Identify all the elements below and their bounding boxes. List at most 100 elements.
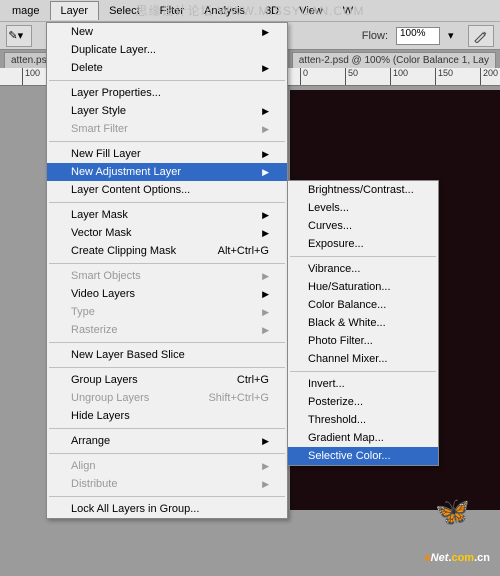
menu-item-label: Gradient Map...	[308, 432, 384, 444]
layer-menu-item[interactable]: New Adjustment Layer▶	[47, 163, 287, 181]
submenu-arrow-icon: ▶	[262, 479, 269, 490]
menu-item-label: Vibrance...	[308, 263, 360, 275]
adjustment-submenu-item[interactable]: Curves...	[288, 217, 438, 235]
adjustment-submenu-separator	[290, 371, 436, 372]
layer-menu-item[interactable]: New ▶	[47, 23, 287, 41]
ruler-tick: 50	[345, 68, 358, 86]
menu-item-label: Video Layers	[71, 288, 135, 300]
layer-menu-item[interactable]: Group Layers Ctrl+G	[47, 371, 287, 389]
layer-menu-item[interactable]: Create Clipping MaskAlt+Ctrl+G	[47, 242, 287, 260]
adjustment-submenu-item[interactable]: Threshold...	[288, 411, 438, 429]
adjustment-submenu-item[interactable]: Photo Filter...	[288, 332, 438, 350]
menu-item-label: Levels...	[308, 202, 349, 214]
layer-menu-item[interactable]: Layer Content Options...	[47, 181, 287, 199]
adjustment-submenu-separator	[290, 256, 436, 257]
menu-item-label: Hide Layers	[71, 410, 130, 422]
menu-item-label: Layer Content Options...	[71, 184, 190, 196]
layer-menu-item[interactable]: Duplicate Layer...	[47, 41, 287, 59]
menu-item-label: Color Balance...	[308, 299, 386, 311]
menu-item-label: Group Layers	[71, 374, 138, 386]
adjustment-submenu-item[interactable]: Hue/Saturation...	[288, 278, 438, 296]
layer-menu-item: Align▶	[47, 457, 287, 475]
submenu-arrow-icon: ▶	[262, 27, 269, 38]
adjustment-submenu-item[interactable]: Invert...	[288, 375, 438, 393]
submenu-arrow-icon: ▶	[262, 106, 269, 117]
ruler-tick: 100	[22, 68, 40, 86]
submenu-arrow-icon: ▶	[262, 149, 269, 160]
menu-item-label: Selective Color...	[308, 450, 391, 462]
menu-item-label: Layer Style	[71, 105, 126, 117]
layer-menu-item: Ungroup LayersShift+Ctrl+G	[47, 389, 287, 407]
menu-item-label: Smart Filter	[71, 123, 128, 135]
menu-item-label: New Fill Layer	[71, 148, 141, 160]
layer-menu-item[interactable]: Lock All Layers in Group...	[47, 500, 287, 518]
layer-menu-item: Type▶	[47, 303, 287, 321]
menu-item-label: Layer Properties...	[71, 87, 161, 99]
airbrush-icon-button[interactable]	[468, 25, 494, 47]
menu-item-label: Delete	[71, 62, 103, 74]
ruler-tick: 0	[300, 68, 308, 86]
layer-menu-item[interactable]: Vector Mask▶	[47, 224, 287, 242]
menu-item-label: Smart Objects	[71, 270, 141, 282]
adjustment-submenu-item[interactable]: Brightness/Contrast...	[288, 181, 438, 199]
menu-item-label: Rasterize	[71, 324, 117, 336]
menu-item-shortcut: Ctrl+G	[237, 374, 269, 386]
layer-menu-separator	[49, 80, 285, 81]
ruler-tick: 200	[480, 68, 498, 86]
layer-menu-item: Distribute ▶	[47, 475, 287, 493]
layer-menu-separator	[49, 342, 285, 343]
document-tab-active[interactable]: atten-2.psd @ 100% (Color Balance 1, Lay	[292, 52, 496, 68]
layer-menu-item[interactable]: Layer Properties...	[47, 84, 287, 102]
menu-item-label: New	[71, 26, 93, 38]
adjustment-submenu-item[interactable]: Exposure...	[288, 235, 438, 253]
menu-item-label: Photo Filter...	[308, 335, 373, 347]
menu-item-label: Layer Mask	[71, 209, 128, 221]
menu-item-label: Create Clipping Mask	[71, 245, 176, 257]
adjustment-submenu-item[interactable]: Color Balance...	[288, 296, 438, 314]
layer-menu-item: Smart Filter▶	[47, 120, 287, 138]
menu-item-label: Posterize...	[308, 396, 363, 408]
menu-item-label: Hue/Saturation...	[308, 281, 391, 293]
menu-item-label: Brightness/Contrast...	[308, 184, 414, 196]
adjustment-submenu-item[interactable]: Channel Mixer...	[288, 350, 438, 368]
layer-menu-item[interactable]: New Fill Layer ▶	[47, 145, 287, 163]
adjustment-submenu-item[interactable]: Levels...	[288, 199, 438, 217]
flow-label: Flow:	[362, 30, 388, 42]
adjustment-submenu-item[interactable]: Gradient Map...	[288, 429, 438, 447]
menu-item-label: Type	[71, 306, 95, 318]
tool-icon-button[interactable]: ✎▾	[6, 25, 32, 47]
layer-menu-item[interactable]: Layer Style ▶	[47, 102, 287, 120]
menu-item-label: Distribute	[71, 478, 117, 490]
chevron-down-icon[interactable]: ▾	[448, 29, 460, 42]
adjustment-submenu-item[interactable]: Black & White...	[288, 314, 438, 332]
layer-menu-item[interactable]: Delete▶	[47, 59, 287, 77]
menu-item-label: Exposure...	[308, 238, 364, 250]
menu-item-label: New Layer Based Slice	[71, 349, 185, 361]
flow-input[interactable]: 100%	[396, 27, 440, 45]
layer-menu-item[interactable]: Layer Mask▶	[47, 206, 287, 224]
layer-menu-item[interactable]: Video Layers▶	[47, 285, 287, 303]
menubar-item-mage[interactable]: mage	[2, 2, 50, 20]
layer-menu-item[interactable]: Hide Layers	[47, 407, 287, 425]
menubar-item-layer[interactable]: Layer	[50, 1, 100, 20]
layer-menu-item[interactable]: New Layer Based Slice	[47, 346, 287, 364]
menu-item-label: Channel Mixer...	[308, 353, 387, 365]
menu-item-label: Threshold...	[308, 414, 366, 426]
layer-menu-separator	[49, 263, 285, 264]
adjustment-submenu-item[interactable]: Selective Color...	[288, 447, 438, 465]
butterfly-icon: 🦋	[435, 495, 470, 528]
layer-menu: New▶Duplicate Layer...Delete▶Layer Prope…	[46, 22, 288, 519]
menu-item-label: Black & White...	[308, 317, 386, 329]
layer-menu-item[interactable]: Arrange▶	[47, 432, 287, 450]
adjustment-submenu-item[interactable]: Vibrance...	[288, 260, 438, 278]
layer-menu-separator	[49, 496, 285, 497]
menu-item-label: Lock All Layers in Group...	[71, 503, 199, 515]
submenu-arrow-icon: ▶	[262, 271, 269, 282]
logo: eNet.com.cn	[425, 537, 490, 568]
submenu-arrow-icon: ▶	[262, 325, 269, 336]
menu-item-label: Duplicate Layer...	[71, 44, 156, 56]
ruler-tick: 150	[435, 68, 453, 86]
watermark-text: 思缘设计论坛 WWW.MISSYUAN.COM	[136, 2, 365, 19]
menu-item-label: Invert...	[308, 378, 345, 390]
adjustment-submenu-item[interactable]: Posterize...	[288, 393, 438, 411]
